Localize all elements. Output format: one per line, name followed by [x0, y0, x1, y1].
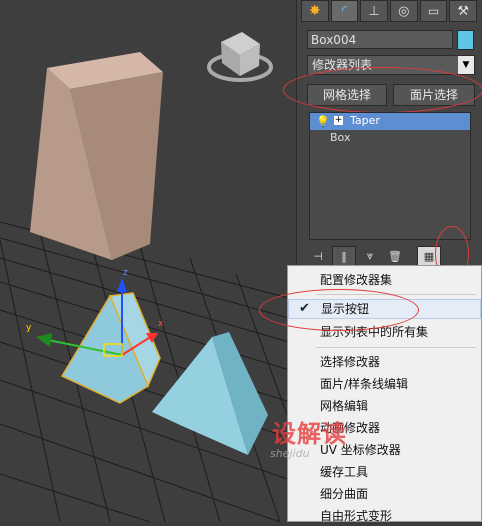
pin-stack-icon[interactable]: ⊣	[307, 247, 329, 265]
utilities-tab[interactable]: ⚒	[449, 0, 478, 22]
menu-separator	[316, 347, 476, 348]
motion-icon: ◎	[398, 3, 410, 19]
mesh-select-button[interactable]: 网格选择	[307, 84, 387, 106]
modifier-list-dropdown[interactable]: 修改器列表 ▼	[307, 55, 475, 75]
command-panel-tabs: ✸ ◜ ⊥ ◎ ▭ ⚒	[301, 0, 479, 24]
display-icon: ▭	[427, 4, 440, 18]
menu-item-subdivision-surfaces[interactable]: 细分曲面	[288, 484, 481, 504]
light-bulb-icon[interactable]: 💡	[316, 114, 330, 130]
utilities-icon: ⚒	[457, 3, 470, 19]
second-taper	[152, 332, 268, 455]
stack-item-box[interactable]: Box	[310, 130, 470, 147]
remove-modifier-icon[interactable]: 🗑	[384, 247, 406, 265]
stack-item-taper[interactable]: 💡 + Taper	[310, 113, 470, 130]
stack-toolbar: ⊣ ‖ ⩔ 🗑 ▦	[307, 246, 477, 266]
viewport-scene: z x y	[0, 32, 296, 522]
tall-box	[30, 52, 163, 260]
menu-item-show-buttons-label: 显示按钮	[321, 302, 370, 316]
patch-select-button[interactable]: 面片选择	[393, 84, 475, 106]
dropdown-arrow-icon: ▼	[458, 56, 474, 74]
menu-separator	[316, 294, 476, 295]
modify-tab[interactable]: ◜	[330, 0, 359, 22]
perspective-viewport[interactable]: z x y	[0, 0, 296, 522]
gizmo-label-y: y	[26, 323, 32, 333]
tapered-box	[60, 292, 161, 404]
menu-item-cache-tools[interactable]: 缓存工具	[288, 462, 481, 482]
modify-icon: ◜	[341, 3, 348, 19]
watermark-logo: 设解读	[272, 420, 347, 448]
gizmo-label-x: x	[158, 319, 164, 329]
object-color-swatch[interactable]	[457, 30, 474, 50]
menu-item-free-form-deformation[interactable]: 自由形式变形	[288, 506, 481, 526]
motion-tab[interactable]: ◎	[390, 0, 418, 22]
modifier-list-label: 修改器列表	[312, 58, 373, 72]
create-tab[interactable]: ✸	[301, 0, 329, 22]
menu-item-show-all-sets[interactable]: 显示列表中的所有集	[288, 322, 481, 342]
checkmark-icon: ✔	[299, 301, 310, 316]
menu-item-show-buttons[interactable]: ✔ 显示按钮	[288, 299, 481, 319]
show-end-result-icon[interactable]: ‖	[332, 246, 356, 266]
object-name-field[interactable]: Box004	[307, 30, 453, 49]
modifier-stack[interactable]: 💡 + Taper Box	[309, 112, 471, 240]
gizmo-label-z: z	[123, 268, 128, 278]
menu-item-configure-sets[interactable]: 配置修改器集	[288, 270, 481, 290]
viewcube	[207, 32, 273, 82]
menu-item-selection-modifiers[interactable]: 选择修改器	[288, 352, 481, 372]
stack-label-taper: Taper	[350, 114, 380, 127]
make-unique-icon[interactable]: ⩔	[359, 247, 381, 265]
create-icon: ✸	[308, 3, 321, 19]
modifier-sets-menu: 配置修改器集 ✔ 显示按钮 显示列表中的所有集 选择修改器 面片/样条线编辑 网…	[287, 265, 482, 523]
display-tab[interactable]: ▭	[419, 0, 448, 22]
menu-item-patch-spline-editing[interactable]: 面片/样条线编辑	[288, 374, 481, 394]
watermark-url: shejidu	[270, 447, 310, 460]
hierarchy-tab[interactable]: ⊥	[360, 0, 389, 22]
menu-item-mesh-editing[interactable]: 网格编辑	[288, 396, 481, 416]
stack-label-box: Box	[330, 131, 351, 144]
expand-plus-icon[interactable]: +	[334, 116, 343, 125]
hierarchy-icon: ⊥	[368, 3, 380, 19]
configure-modifier-sets-icon[interactable]: ▦	[417, 246, 441, 266]
